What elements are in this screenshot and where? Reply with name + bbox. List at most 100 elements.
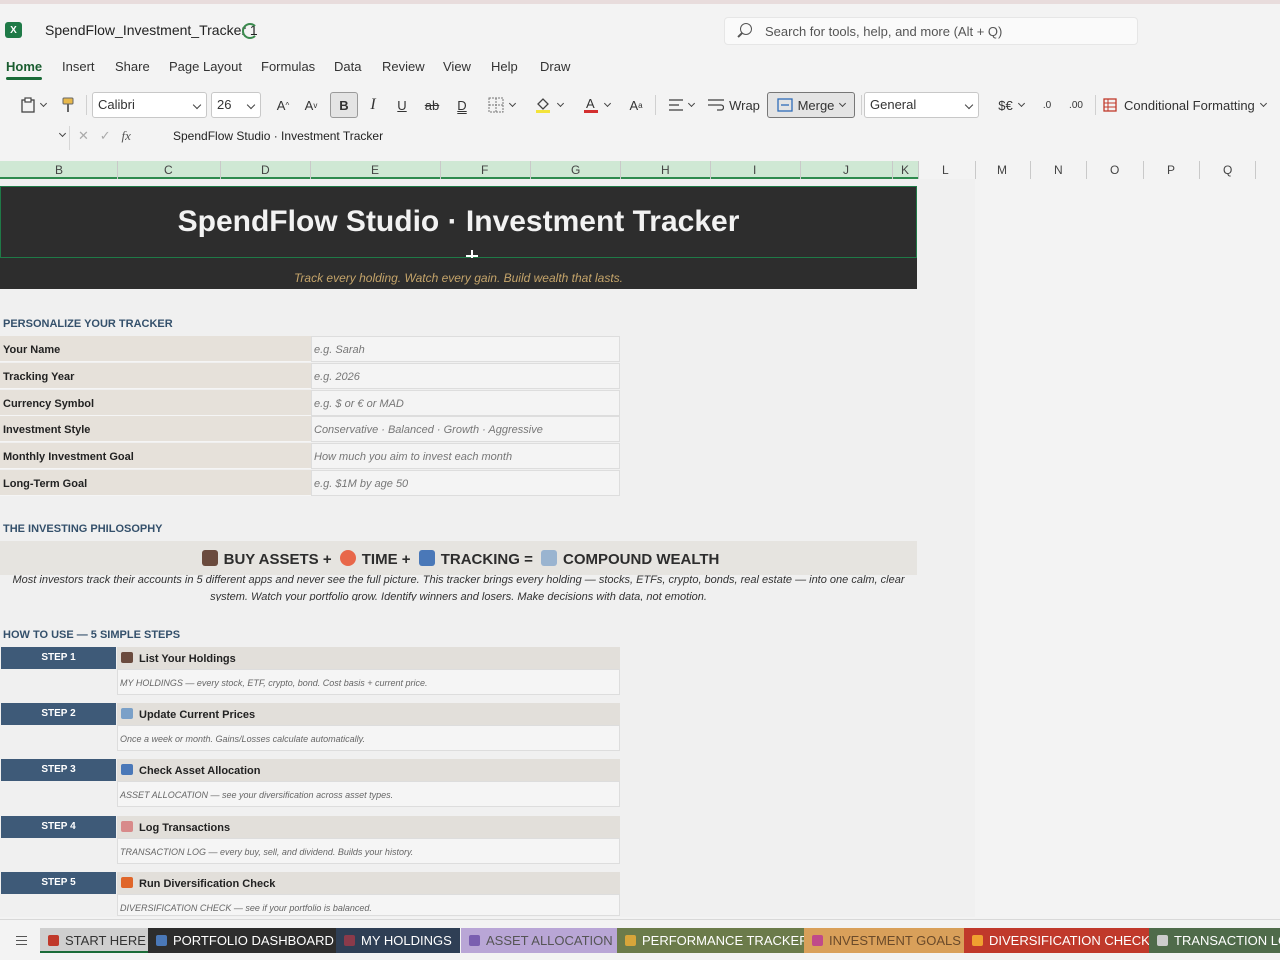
column-header-e[interactable]: E <box>371 163 379 177</box>
tab-share[interactable]: Share <box>115 59 150 74</box>
sheet-tab[interactable]: PORTFOLIO DASHBOARD <box>148 928 342 953</box>
tracking-year-input[interactable]: e.g. 2026 <box>311 363 620 389</box>
empty-cells-area[interactable] <box>975 179 1280 917</box>
sheet-tab[interactable]: DIVERSIFICATION CHECK <box>964 928 1158 953</box>
formula-bar: ✕ ✓ fx SpendFlow Studio · Investment Tra… <box>0 125 1280 151</box>
step-description[interactable]: TRANSACTION LOG — every buy, sell, and d… <box>117 838 620 864</box>
title-banner-cell[interactable]: SpendFlow Studio · Investment Tracker <box>0 186 917 258</box>
font-size-value: 26 <box>217 97 232 112</box>
sheet-tab[interactable]: INVESTMENT GOALS <box>804 928 969 953</box>
decrease-decimal-icon[interactable]: .0 <box>1036 92 1058 118</box>
name-box[interactable] <box>0 126 70 150</box>
sheet-tab[interactable]: TRANSACTION LO <box>1149 928 1280 953</box>
tab-page-layout[interactable]: Page Layout <box>169 59 242 74</box>
step-description[interactable]: DIVERSIFICATION CHECK — see if your port… <box>117 894 620 916</box>
function-icon[interactable]: fx <box>122 128 131 143</box>
sheet-tab-label: START HERE <box>65 933 146 948</box>
conditional-formatting-button[interactable]: Conditional Formatting <box>1103 92 1275 118</box>
enter-icon[interactable]: ✓ <box>100 128 111 143</box>
sheet-tab[interactable]: START HERE <box>40 928 154 953</box>
borders-button[interactable] <box>480 92 522 118</box>
sheet-tab-label: TRANSACTION LO <box>1174 933 1280 948</box>
wrap-text-button[interactable]: Wrap <box>706 92 762 118</box>
formula-input[interactable]: SpendFlow Studio · Investment Tracker <box>173 129 383 143</box>
philosophy-formula-cell[interactable]: BUY ASSETS + TIME + TRACKING = COMPOUND … <box>0 541 917 575</box>
formula-controls: ✕ ✓ fx <box>78 128 131 144</box>
tab-view[interactable]: View <box>443 59 471 74</box>
form-label: Investment Style <box>0 416 311 442</box>
tab-insert[interactable]: Insert <box>62 59 95 74</box>
buy-assets-text: BUY ASSETS <box>223 551 319 568</box>
column-header-h[interactable]: H <box>661 163 670 177</box>
tab-help[interactable]: Help <box>491 59 518 74</box>
currency-label: $€ <box>998 97 1013 113</box>
document-title[interactable]: SpendFlow_Investment_Tracker 1 <box>45 22 258 38</box>
column-header-l[interactable]: L <box>942 163 949 177</box>
currency-format-button[interactable]: $€ <box>993 92 1029 118</box>
sheet-tab-label: PERFORMANCE TRACKER <box>642 933 809 948</box>
step-description[interactable]: ASSET ALLOCATION — see your diversificat… <box>117 781 620 807</box>
step-title-cell[interactable]: Log Transactions <box>117 816 620 838</box>
monthly-goal-input[interactable]: How much you aim to invest each month <box>311 443 620 469</box>
sheet-tab[interactable]: MY HOLDINGS <box>336 928 460 953</box>
increase-decimal-icon[interactable]: .00 <box>1065 92 1087 118</box>
font-name-dropdown[interactable]: Calibri <box>92 92 207 118</box>
font-size-dropdown[interactable]: 26 <box>211 92 261 118</box>
investment-style-input[interactable]: Conservative · Balanced · Growth · Aggre… <box>311 416 620 442</box>
lightning-icon <box>121 877 133 888</box>
column-header-b[interactable]: B <box>55 163 63 177</box>
tab-review[interactable]: Review <box>382 59 425 74</box>
step-description[interactable]: MY HOLDINGS — every stock, ETF, crypto, … <box>117 669 620 695</box>
step-description[interactable]: Once a week or month. Gains/Losses calcu… <box>117 725 620 751</box>
tab-data[interactable]: Data <box>334 59 361 74</box>
column-header-k[interactable]: K <box>901 163 909 177</box>
column-header-m[interactable]: M <box>997 163 1007 177</box>
your-name-input[interactable]: e.g. Sarah <box>311 336 620 362</box>
decrease-font-size-icon[interactable]: Av <box>300 92 322 118</box>
currency-symbol-input[interactable]: e.g. $ or € or MAD <box>311 390 620 416</box>
fill-color-button[interactable] <box>528 92 568 118</box>
underline-button[interactable]: U <box>391 92 413 118</box>
step-title-cell[interactable]: Run Diversification Check <box>117 872 620 894</box>
column-header-q[interactable]: Q <box>1223 163 1232 177</box>
column-header-g[interactable]: G <box>571 163 580 177</box>
column-header-f[interactable]: F <box>481 163 488 177</box>
paste-button[interactable] <box>16 92 50 118</box>
step-title-cell[interactable]: Update Current Prices <box>117 703 620 725</box>
merge-button[interactable]: Merge <box>767 92 855 118</box>
search-box[interactable]: Search for tools, help, and more (Alt + … <box>724 17 1138 45</box>
cancel-icon[interactable]: ✕ <box>78 128 89 143</box>
sheet-tab[interactable]: ASSET ALLOCATION <box>461 928 621 953</box>
sheet-list-menu-icon[interactable] <box>16 936 27 945</box>
sheet-tab-label: INVESTMENT GOALS <box>829 933 961 948</box>
font-color-button[interactable]: A <box>576 92 616 118</box>
text-effects-icon[interactable]: Aa <box>625 92 647 118</box>
chart-increasing-icon <box>541 550 557 566</box>
sheet-tab[interactable]: PERFORMANCE TRACKER <box>617 928 817 953</box>
long-term-goal-input[interactable]: e.g. $1M by age 50 <box>311 470 620 496</box>
step-title-cell[interactable]: List Your Holdings <box>117 647 620 669</box>
column-header-i[interactable]: I <box>753 163 756 177</box>
step-badge: STEP 1 <box>1 647 116 669</box>
step-title-cell[interactable]: Check Asset Allocation <box>117 759 620 781</box>
column-header-n[interactable]: N <box>1054 163 1063 177</box>
column-header-c[interactable]: C <box>164 163 173 177</box>
excel-app-icon[interactable]: X <box>5 22 22 38</box>
tagline-cell[interactable]: Track every holding. Watch every gain. B… <box>0 258 917 289</box>
align-button[interactable] <box>663 92 699 118</box>
column-header-p[interactable]: P <box>1167 163 1175 177</box>
autosave-sync-icon[interactable] <box>242 23 258 39</box>
column-header-o[interactable]: O <box>1110 163 1119 177</box>
strikethrough-button[interactable]: ab <box>421 92 443 118</box>
bold-button[interactable]: B <box>330 92 358 118</box>
column-header-j[interactable]: J <box>843 163 849 177</box>
format-painter-icon[interactable] <box>58 92 78 118</box>
italic-button[interactable]: I <box>362 92 384 118</box>
number-format-dropdown[interactable]: General <box>864 92 979 118</box>
column-header-d[interactable]: D <box>261 163 270 177</box>
tab-draw[interactable]: Draw <box>540 59 570 74</box>
tab-home[interactable]: Home <box>6 59 43 80</box>
tab-formulas[interactable]: Formulas <box>261 59 315 74</box>
increase-font-size-icon[interactable]: A ^ <box>272 92 294 118</box>
double-underline-button[interactable]: D <box>451 92 473 118</box>
